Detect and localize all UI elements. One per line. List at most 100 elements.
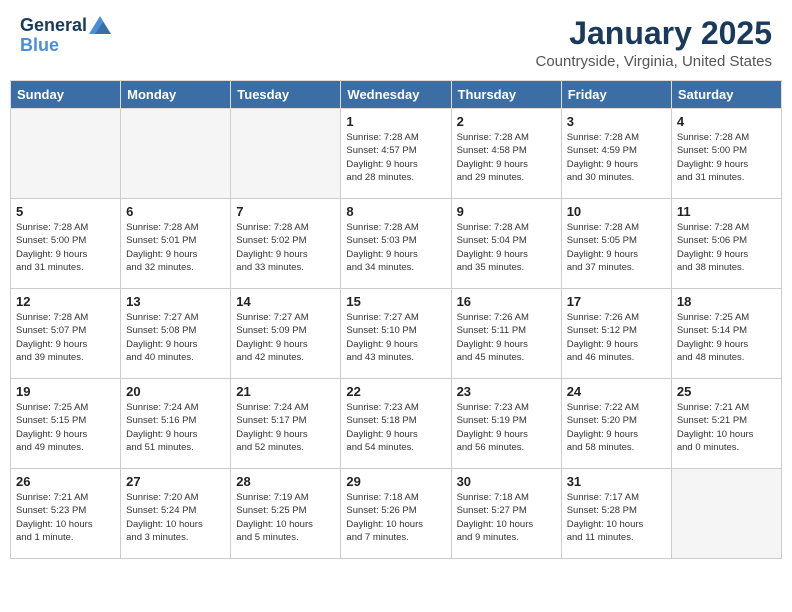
day-number: 4 (677, 114, 776, 129)
day-number: 9 (457, 204, 556, 219)
calendar-day-header: Monday (121, 81, 231, 109)
day-info: Sunrise: 7:24 AM Sunset: 5:16 PM Dayligh… (126, 401, 225, 454)
calendar-day-header: Wednesday (341, 81, 451, 109)
day-info: Sunrise: 7:28 AM Sunset: 5:00 PM Dayligh… (677, 131, 776, 184)
day-info: Sunrise: 7:28 AM Sunset: 5:01 PM Dayligh… (126, 221, 225, 274)
calendar-cell: 26Sunrise: 7:21 AM Sunset: 5:23 PM Dayli… (11, 469, 121, 559)
calendar-cell: 24 Sunrise: 7:22 AM Sunset: 5:20 PM Dayli… (561, 379, 671, 469)
day-number: 22 (346, 384, 445, 399)
day-number: 5 (16, 204, 115, 219)
day-info: Sunrise: 7:19 AM Sunset: 5:25 PM Dayligh… (236, 491, 335, 544)
calendar-cell: 31 Sunrise: 7:17 AM Sunset: 5:28 PM Dayli… (561, 469, 671, 559)
day-number: 27 (126, 474, 225, 489)
day-number: 8 (346, 204, 445, 219)
day-info: Sunrise: 7:28 AM Sunset: 5:05 PM Dayligh… (567, 221, 666, 274)
calendar-header-row: SundayMondayTuesdayWednesdayThursdayFrid… (11, 81, 782, 109)
day-info: Sunrise: 7:28 AM Sunset: 4:58 PM Dayligh… (457, 131, 556, 184)
day-info: Sunrise: 7:28 AM Sunset: 5:04 PM Dayligh… (457, 221, 556, 274)
calendar-cell (11, 109, 121, 199)
day-number: 21 (236, 384, 335, 399)
day-number: 28 (236, 474, 335, 489)
calendar-day-header: Tuesday (231, 81, 341, 109)
calendar-week-row: 5 Sunrise: 7:28 AM Sunset: 5:00 PM Daylig… (11, 199, 782, 289)
day-info: Sunrise: 7:28 AM Sunset: 5:00 PM Dayligh… (16, 221, 115, 274)
logo: General Blue (20, 16, 111, 56)
day-info: Sunrise: 7:17 AM Sunset: 5:28 PM Dayligh… (567, 491, 666, 544)
calendar-day-header: Thursday (451, 81, 561, 109)
calendar-cell (231, 109, 341, 199)
day-info: Sunrise: 7:28 AM Sunset: 5:07 PM Dayligh… (16, 311, 115, 364)
calendar-cell: 10 Sunrise: 7:28 AM Sunset: 5:05 PM Dayli… (561, 199, 671, 289)
day-info: Sunrise: 7:26 AM Sunset: 5:11 PM Dayligh… (457, 311, 556, 364)
calendar-cell: 28 Sunrise: 7:19 AM Sunset: 5:25 PM Dayli… (231, 469, 341, 559)
day-info: Sunrise: 7:25 AM Sunset: 5:14 PM Dayligh… (677, 311, 776, 364)
calendar-cell: 4 Sunrise: 7:28 AM Sunset: 5:00 PM Daylig… (671, 109, 781, 199)
day-info: Sunrise: 7:22 AM Sunset: 5:20 PM Dayligh… (567, 401, 666, 454)
day-info: Sunrise: 7:18 AM Sunset: 5:27 PM Dayligh… (457, 491, 556, 544)
calendar-cell: 11Sunrise: 7:28 AM Sunset: 5:06 PM Dayli… (671, 199, 781, 289)
day-number: 25 (677, 384, 776, 399)
day-number: 30 (457, 474, 556, 489)
calendar-cell: 18 Sunrise: 7:25 AM Sunset: 5:14 PM Dayli… (671, 289, 781, 379)
calendar-cell: 17 Sunrise: 7:26 AM Sunset: 5:12 PM Dayli… (561, 289, 671, 379)
day-info: Sunrise: 7:26 AM Sunset: 5:12 PM Dayligh… (567, 311, 666, 364)
calendar-cell: 21 Sunrise: 7:24 AM Sunset: 5:17 PM Dayli… (231, 379, 341, 469)
header: General Blue January 2025 Countryside, V… (0, 0, 792, 80)
calendar-cell: 7 Sunrise: 7:28 AM Sunset: 5:02 PM Daylig… (231, 199, 341, 289)
day-info: Sunrise: 7:25 AM Sunset: 5:15 PM Dayligh… (16, 401, 115, 454)
calendar-cell: 8 Sunrise: 7:28 AM Sunset: 5:03 PM Daylig… (341, 199, 451, 289)
day-number: 14 (236, 294, 335, 309)
day-info: Sunrise: 7:28 AM Sunset: 5:03 PM Dayligh… (346, 221, 445, 274)
day-number: 16 (457, 294, 556, 309)
day-info: Sunrise: 7:23 AM Sunset: 5:18 PM Dayligh… (346, 401, 445, 454)
day-number: 24 (567, 384, 666, 399)
calendar-cell: 20 Sunrise: 7:24 AM Sunset: 5:16 PM Dayli… (121, 379, 231, 469)
calendar-cell: 9 Sunrise: 7:28 AM Sunset: 5:04 PM Daylig… (451, 199, 561, 289)
calendar-cell: 30 Sunrise: 7:18 AM Sunset: 5:27 PM Dayli… (451, 469, 561, 559)
calendar-week-row: 26Sunrise: 7:21 AM Sunset: 5:23 PM Dayli… (11, 469, 782, 559)
day-info: Sunrise: 7:21 AM Sunset: 5:21 PM Dayligh… (677, 401, 776, 454)
day-info: Sunrise: 7:24 AM Sunset: 5:17 PM Dayligh… (236, 401, 335, 454)
day-info: Sunrise: 7:23 AM Sunset: 5:19 PM Dayligh… (457, 401, 556, 454)
day-number: 20 (126, 384, 225, 399)
day-number: 2 (457, 114, 556, 129)
calendar-cell (121, 109, 231, 199)
day-number: 23 (457, 384, 556, 399)
day-number: 18 (677, 294, 776, 309)
calendar-day-header: Saturday (671, 81, 781, 109)
day-info: Sunrise: 7:20 AM Sunset: 5:24 PM Dayligh… (126, 491, 225, 544)
day-number: 3 (567, 114, 666, 129)
day-info: Sunrise: 7:28 AM Sunset: 5:02 PM Dayligh… (236, 221, 335, 274)
day-number: 6 (126, 204, 225, 219)
day-info: Sunrise: 7:28 AM Sunset: 4:57 PM Dayligh… (346, 131, 445, 184)
calendar-day-header: Friday (561, 81, 671, 109)
logo-blue-text: Blue (20, 35, 59, 55)
calendar-table: SundayMondayTuesdayWednesdayThursdayFrid… (10, 80, 782, 559)
title-block: January 2025 Countryside, Virginia, Unit… (535, 16, 772, 70)
logo-icon (89, 16, 111, 34)
calendar-cell: 3Sunrise: 7:28 AM Sunset: 4:59 PM Daylig… (561, 109, 671, 199)
calendar-cell: 22 Sunrise: 7:23 AM Sunset: 5:18 PM Dayli… (341, 379, 451, 469)
day-number: 13 (126, 294, 225, 309)
calendar-cell: 2 Sunrise: 7:28 AM Sunset: 4:58 PM Daylig… (451, 109, 561, 199)
day-info: Sunrise: 7:27 AM Sunset: 5:08 PM Dayligh… (126, 311, 225, 364)
calendar-cell: 5 Sunrise: 7:28 AM Sunset: 5:00 PM Daylig… (11, 199, 121, 289)
day-number: 31 (567, 474, 666, 489)
calendar-wrapper: SundayMondayTuesdayWednesdayThursdayFrid… (0, 80, 792, 569)
day-number: 17 (567, 294, 666, 309)
day-number: 15 (346, 294, 445, 309)
calendar-week-row: 1Sunrise: 7:28 AM Sunset: 4:57 PM Daylig… (11, 109, 782, 199)
day-number: 19 (16, 384, 115, 399)
calendar-cell: 25 Sunrise: 7:21 AM Sunset: 5:21 PM Dayli… (671, 379, 781, 469)
calendar-cell (671, 469, 781, 559)
day-info: Sunrise: 7:21 AM Sunset: 5:23 PM Dayligh… (16, 491, 115, 544)
day-number: 29 (346, 474, 445, 489)
day-number: 10 (567, 204, 666, 219)
day-number: 12 (16, 294, 115, 309)
day-number: 7 (236, 204, 335, 219)
page: General Blue January 2025 Countryside, V… (0, 0, 792, 569)
calendar-cell: 6 Sunrise: 7:28 AM Sunset: 5:01 PM Daylig… (121, 199, 231, 289)
calendar-cell: 29Sunrise: 7:18 AM Sunset: 5:26 PM Dayli… (341, 469, 451, 559)
day-number: 11 (677, 204, 776, 219)
calendar-cell: 12 Sunrise: 7:28 AM Sunset: 5:07 PM Dayli… (11, 289, 121, 379)
